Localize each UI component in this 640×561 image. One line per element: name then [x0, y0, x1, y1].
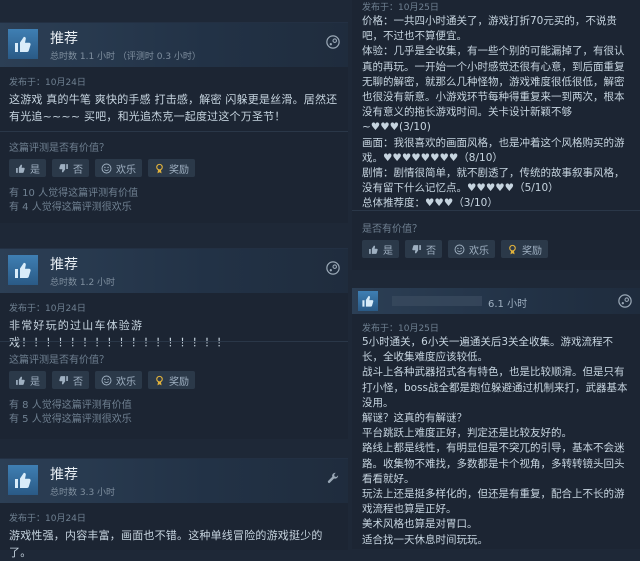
thumbs-up-icon	[358, 291, 378, 311]
review-paragraph-story: 剧情：剧情很简单，就不剧透了，传统的故事叙事风格，没有留下什么记忆点。♥♥♥♥♥…	[362, 167, 625, 195]
playtime-text: 总时数 1.1 小时 （评测时 0.3 小时）	[50, 52, 201, 62]
steam-icon	[326, 261, 340, 275]
vote-funny-button[interactable]: 欢乐	[95, 371, 142, 389]
vote-yes-label: 是	[30, 376, 40, 388]
divider	[352, 210, 640, 211]
steam-icon	[618, 294, 632, 308]
review-paragraph-price: 价格：一共四小时通关了，游戏打折70元买的，不说贵吧，不过也不算便宜。	[362, 15, 617, 43]
smiley-icon	[454, 244, 465, 254]
vote-yes-button[interactable]: 是	[9, 159, 46, 177]
award-label: 奖励	[522, 245, 542, 257]
playtime-text: 总时数 3.3 小时	[50, 488, 116, 498]
recommendation-label: 推荐	[50, 31, 78, 47]
thumbs-up-icon	[8, 29, 38, 59]
helpful-question: 这篇评测是否有价值？	[9, 143, 109, 154]
helpful-count: 有 10 人觉得这篇评测有价值	[9, 188, 139, 199]
review-header: 推荐 总时数 3.3 小时	[0, 459, 348, 503]
review-body: 游戏性强，内容丰富，画面也不错。这种单线冒险的游戏挺少的了。	[9, 529, 323, 559]
helpful-question: 这篇评测是否有价值？	[9, 355, 109, 366]
thumbs-down-icon	[412, 244, 421, 253]
award-button[interactable]: 奖励	[501, 240, 548, 258]
review-paragraph: 战斗上各种武器招式各有特色，也是比较顺滑。但是只有打小怪，boss战全都是跑位躲…	[362, 366, 628, 409]
vote-funny-label: 欢乐	[116, 376, 136, 388]
review-paragraph: 玩法上还是挺多样化的，但还是有重复，配合上不长的游戏流程也算是正好。	[362, 488, 625, 516]
review-paragraph: 平台跳跃上难度正好，判定还是比较友好的。	[362, 427, 572, 440]
review-card: 推荐 总时数 1.2 小时 发布于：10月24日 非常好玩的过山车体验游戏！！！…	[0, 248, 348, 439]
smiley-icon	[101, 375, 112, 385]
funny-count: 有 5 人觉得这篇评测很欢乐	[9, 414, 132, 425]
vote-buttons: 是 否 欢乐 奖励	[362, 240, 548, 258]
review-body: 这游戏 真的牛笔 爽快的手感 打击感，解密 闪躲更是丝滑。居然还有光追~~~~ …	[9, 93, 338, 123]
posted-date: 发布于：10月24日	[9, 514, 86, 524]
thumbs-up-icon	[8, 465, 38, 495]
review-paragraph: 5小时通关，6小关一遍通关后3关全收集。游戏流程不长，全收集难度应该较低。	[362, 336, 614, 364]
thumbs-up-icon	[8, 255, 38, 285]
vote-yes-button[interactable]: 是	[362, 240, 399, 258]
divider	[0, 131, 348, 132]
award-icon	[156, 163, 163, 173]
review-card: 发布于：10月25日 价格：一共四小时通关了，游戏打折70元买的，不说贵吧，不过…	[352, 0, 640, 270]
vote-yes-button[interactable]: 是	[9, 371, 46, 389]
reviewer-name-redacted	[392, 296, 482, 306]
vote-yes-label: 是	[30, 164, 40, 176]
posted-date: 发布于：10月25日	[362, 3, 439, 13]
smiley-icon	[101, 163, 112, 173]
review-paragraph: 路线上都是线性，有明显但是不突兀的引导，基本不会迷路。收集物不难找，多数都是卡个…	[362, 442, 625, 485]
posted-date: 发布于：10月24日	[9, 304, 86, 314]
review-card: 6.1 小时 发布于：10月25日 5小时通关，6小关一遍通关后3关全收集。游戏…	[352, 288, 640, 549]
helpful-question: 是否有价值？	[362, 224, 422, 235]
helpful-count: 有 8 人觉得这篇评测有价值	[9, 400, 132, 411]
review-paragraph: 美术风格也算是对胃口。	[362, 518, 478, 531]
award-icon	[509, 244, 516, 254]
steam-icon	[326, 35, 340, 49]
vote-no-button[interactable]: 否	[52, 159, 89, 177]
review-paragraph-experience: 体验：几乎是全收集，有一些个别的可能漏掉了，有很认真的再玩。一开始一个小时感觉还…	[362, 45, 625, 134]
vote-no-label: 否	[73, 164, 83, 176]
vote-funny-button[interactable]: 欢乐	[95, 159, 142, 177]
review-header: 推荐 总时数 1.1 小时 （评测时 0.3 小时）	[0, 23, 348, 67]
review-header: 6.1 小时	[352, 288, 640, 314]
review-paragraph: 解谜？这真的有解谜？	[362, 412, 467, 425]
vote-funny-label: 欢乐	[469, 245, 489, 257]
review-paragraph-graphics: 画面：我很喜欢的画面风格，也是冲着这个风格购买的游戏。♥♥♥♥♥♥♥♥（8/10…	[362, 136, 625, 164]
vote-no-button[interactable]: 否	[52, 371, 89, 389]
award-label: 奖励	[169, 164, 189, 176]
vote-funny-label: 欢乐	[116, 164, 136, 176]
review-body: 5小时通关，6小关一遍通关后3关全收集。游戏流程不长，全收集难度应该较低。 战斗…	[362, 335, 630, 548]
vote-funny-button[interactable]: 欢乐	[448, 240, 495, 258]
recommendation-label: 推荐	[50, 467, 78, 483]
review-body: 价格：一共四小时通关了，游戏打折70元买的，不说贵吧，不过也不算便宜。 体验：几…	[362, 14, 630, 212]
playtime-text: 6.1 小时	[488, 299, 528, 310]
award-icon	[156, 375, 163, 385]
thumbs-up-icon	[369, 245, 378, 254]
posted-date: 发布于：10月24日	[9, 78, 86, 88]
thumbs-down-icon	[59, 375, 68, 384]
posted-date: 发布于：10月25日	[362, 324, 439, 334]
wrench-icon	[327, 472, 339, 483]
vote-buttons: 是 否 欢乐 奖励	[9, 159, 195, 177]
vote-no-label: 否	[73, 376, 83, 388]
thumbs-up-icon	[16, 164, 25, 173]
award-button[interactable]: 奖励	[148, 371, 195, 389]
funny-count: 有 4 人觉得这篇评测很欢乐	[9, 202, 132, 213]
thumbs-down-icon	[59, 163, 68, 172]
review-body: 非常好玩的过山车体验游戏！！！！！！！！！！！！！！！！！	[9, 319, 229, 349]
vote-buttons: 是 否 欢乐 奖励	[9, 371, 195, 389]
divider	[0, 341, 348, 342]
review-card: 推荐 总时数 1.1 小时 （评测时 0.3 小时） 发布于：10月24日 这游…	[0, 22, 348, 223]
review-card: 推荐 总时数 3.3 小时 发布于：10月24日 游戏性强，内容丰富，画面也不错…	[0, 458, 348, 559]
thumbs-up-icon	[16, 376, 25, 385]
vote-no-button[interactable]: 否	[405, 240, 442, 258]
award-label: 奖励	[169, 376, 189, 388]
review-paragraph: 适合找一天休息时间玩玩。	[362, 533, 488, 546]
left-review-column: 推荐 总时数 1.1 小时 （评测时 0.3 小时） 发布于：10月24日 这游…	[0, 0, 348, 559]
recommendation-label: 推荐	[50, 257, 78, 273]
award-button[interactable]: 奖励	[148, 159, 195, 177]
vote-yes-label: 是	[383, 245, 393, 257]
vote-no-label: 否	[426, 245, 436, 257]
review-header: 推荐 总时数 1.2 小时	[0, 249, 348, 293]
right-review-column: 发布于：10月25日 价格：一共四小时通关了，游戏打折70元买的，不说贵吧，不过…	[352, 0, 640, 549]
playtime-text: 总时数 1.2 小时	[50, 278, 116, 288]
